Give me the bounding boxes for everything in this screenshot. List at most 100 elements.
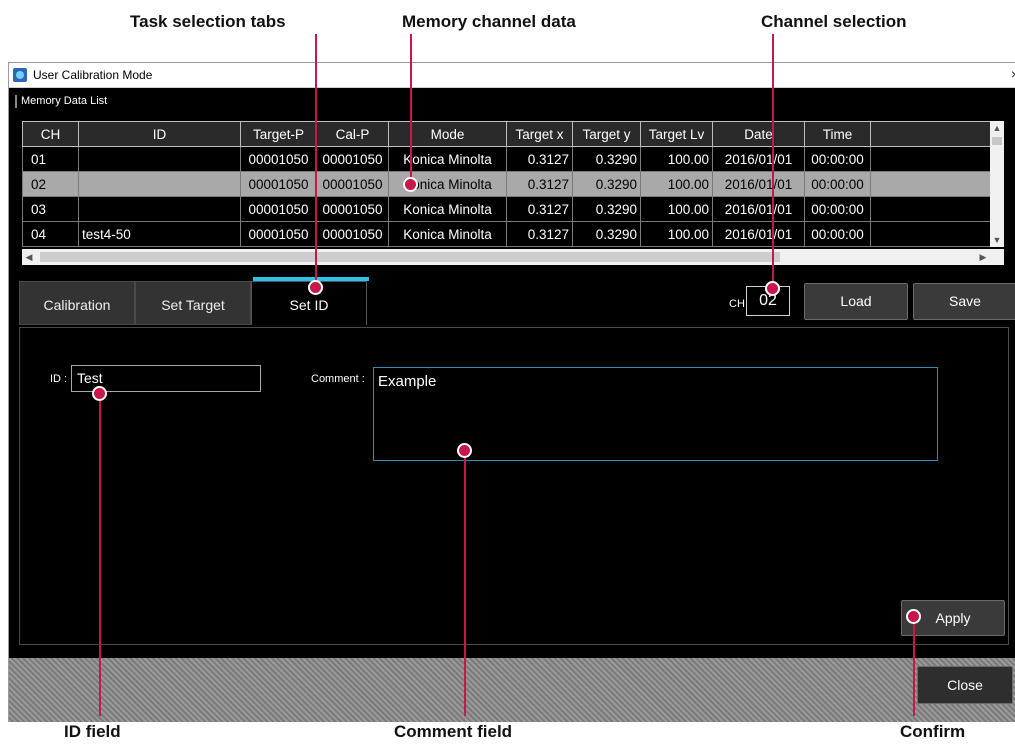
column-header[interactable]: Mode [388,121,507,147]
table-row[interactable]: 03 00001050 00001050 Konica Minolta 0.31… [22,196,997,222]
column-header[interactable]: Time [804,121,871,147]
comment-pointer-line [464,452,466,716]
comment-label: Comment : [311,373,365,385]
cell-target-x: 0.3127 [506,171,573,197]
cell-target-p: 00001050 [240,171,317,197]
confirm-pointer-dot [906,609,921,624]
cell-time: 00:00:00 [804,146,871,172]
memory-data-table: CH ID Target-P Cal-P Mode Target x Targe… [22,121,1004,265]
table-header-row: CH ID Target-P Cal-P Mode Target x Targe… [22,121,997,147]
cell-mode: Konica Minolta [388,146,507,172]
channel-pointer-line [772,34,774,290]
tabs-pointer-line [315,34,317,286]
cell-target-x: 0.3127 [506,146,573,172]
cell-date: 2016/01/01 [712,171,805,197]
callout-id-field: ID field [64,722,121,741]
id-pointer-line [99,394,101,716]
column-header[interactable]: Target x [506,121,573,147]
cell-cal-p: 00001050 [316,171,389,197]
table-row-selected[interactable]: 02 00001050 00001050 Konica Minolta 0.31… [22,171,997,197]
callout-memory-channel-data: Memory channel data [402,12,576,31]
cell-cal-p: 00001050 [316,221,389,247]
app-icon [13,68,27,82]
cell-id [78,196,241,222]
column-header[interactable]: CH [22,121,79,147]
save-button[interactable]: Save [913,283,1015,320]
memory-pointer-dot [403,177,418,192]
cell-target-x: 0.3127 [506,196,573,222]
scroll-up-icon[interactable]: ▲ [990,121,1004,135]
cell-time: 00:00:00 [804,171,871,197]
cell-target-y: 0.3290 [572,196,641,222]
column-header[interactable]: Date [712,121,805,147]
column-header-filler [870,121,997,147]
cell-ch: 04 [22,221,79,247]
cell-ch: 01 [22,146,79,172]
cell-id [78,171,241,197]
scroll-left-icon[interactable]: ◀ [22,249,36,265]
tab-set-target[interactable]: Set Target [135,281,251,325]
cell-target-lv: 100.00 [640,171,713,197]
cell-id: test4-50 [78,221,241,247]
callout-confirm: Confirm [900,722,966,741]
vertical-scroll-thumb[interactable] [992,137,1002,145]
cell-time: 00:00:00 [804,196,871,222]
window-close-icon[interactable]: × [1011,66,1015,82]
column-header[interactable]: ID [78,121,241,147]
cell-mode: Konica Minolta [388,221,507,247]
cell-filler [870,171,997,197]
cell-mode: Konica Minolta [388,196,507,222]
cell-target-lv: 100.00 [640,146,713,172]
table-row[interactable]: 01 00001050 00001050 Konica Minolta 0.31… [22,146,997,172]
cell-target-y: 0.3290 [572,221,641,247]
load-button[interactable]: Load [804,283,908,320]
tabs-pointer-dot [308,280,323,295]
column-header[interactable]: Cal-P [316,121,389,147]
column-header[interactable]: Target y [572,121,641,147]
title-bar: User Calibration Mode × [9,63,1015,88]
cell-filler [870,196,997,222]
vertical-scrollbar[interactable]: ▲ ▼ [990,121,1004,247]
cell-target-x: 0.3127 [506,221,573,247]
horizontal-scrollbar[interactable]: ◀ ▶ [22,249,1004,265]
callout-channel-selection: Channel selection [761,12,907,31]
cell-id [78,146,241,172]
tab-calibration[interactable]: Calibration [19,281,135,325]
cell-ch: 03 [22,196,79,222]
cell-ch: 02 [22,171,79,197]
callout-task-selection-tabs: Task selection tabs [130,12,286,31]
scroll-down-icon[interactable]: ▼ [990,233,1004,247]
table-row[interactable]: 04 test4-50 00001050 00001050 Konica Min… [22,221,997,247]
cell-cal-p: 00001050 [316,146,389,172]
footer-hatch [9,658,1015,722]
cell-target-lv: 100.00 [640,221,713,247]
column-header[interactable]: Target-P [240,121,317,147]
comment-pointer-dot [457,443,472,458]
cell-target-p: 00001050 [240,221,317,247]
cell-target-p: 00001050 [240,196,317,222]
close-button[interactable]: Close [917,666,1013,704]
window-title: User Calibration Mode [33,68,153,82]
column-header[interactable]: Target Lv [640,121,713,147]
cell-time: 00:00:00 [804,221,871,247]
memory-grid: CH ID Target-P Cal-P Mode Target x Targe… [22,121,997,247]
cell-date: 2016/01/01 [712,146,805,172]
channel-pointer-dot [765,281,780,296]
cell-filler [870,221,997,247]
horizontal-scroll-thumb[interactable] [40,252,780,262]
cell-target-p: 00001050 [240,146,317,172]
cell-target-lv: 100.00 [640,196,713,222]
id-pointer-dot [92,386,107,401]
scroll-right-icon[interactable]: ▶ [976,249,990,265]
memory-data-list-title: Memory Data List [15,95,107,108]
user-calibration-window: User Calibration Mode × Memory Data List… [8,62,1015,722]
id-label: ID : [50,373,68,385]
cell-target-y: 0.3290 [572,171,641,197]
cell-cal-p: 00001050 [316,196,389,222]
memory-pointer-line [410,34,412,184]
callout-comment-field: Comment field [394,722,513,741]
confirm-pointer-line [913,618,915,716]
cell-date: 2016/01/01 [712,221,805,247]
cell-filler [870,146,997,172]
cell-date: 2016/01/01 [712,196,805,222]
